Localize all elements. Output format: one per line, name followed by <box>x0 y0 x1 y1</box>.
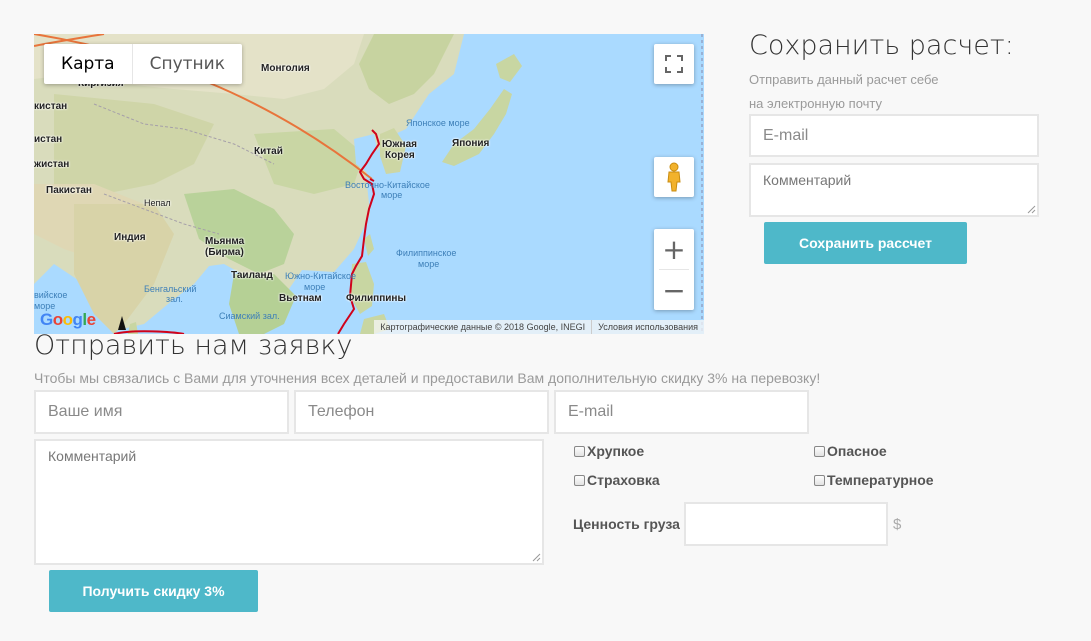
map-label-south-china-sea2: море <box>304 282 326 292</box>
map-attribution: Картографические данные © 2018 Google, I… <box>380 322 586 332</box>
save-email-input[interactable]: E-mail <box>749 114 1039 157</box>
fullscreen-button[interactable] <box>654 44 694 84</box>
pegman-icon <box>667 162 681 192</box>
cargo-value-label: Ценность груза <box>573 516 680 532</box>
map-label-sea-japan: Японское море <box>406 118 470 128</box>
map-label-nepal: Непал <box>144 198 171 208</box>
map-label-myanmar-alt: (Бирма) <box>205 247 244 258</box>
map-attribution-bar: Картографические данные © 2018 Google, I… <box>374 320 704 334</box>
save-comment-placeholder: Комментарий <box>763 172 852 188</box>
save-calc-description: Отправить данный расчет себе на электрон… <box>749 68 989 116</box>
name-input[interactable]: Ваше имя <box>34 390 289 434</box>
map-label-stan: кистан <box>34 101 68 112</box>
order-title: Отправить нам заявку <box>34 330 353 361</box>
checkbox-insurance-label: Страховка <box>587 472 660 488</box>
route-map[interactable]: Монголия Киргизия кистан истан Китай жис… <box>34 34 704 334</box>
order-comment-placeholder: Комментарий <box>48 448 137 464</box>
map-label-stan3: жистан <box>34 159 70 170</box>
order-comment-textarea[interactable]: Комментарий <box>34 439 544 565</box>
currency-symbol: $ <box>893 516 902 533</box>
map-type-satellite-button[interactable]: Спутник <box>131 44 242 84</box>
map-label-myanmar: Мьянма <box>205 236 245 247</box>
map-label-philippine-sea: Филиппинское <box>396 248 457 258</box>
map-label-arabian: вийское <box>34 290 68 300</box>
checkbox-fragile-label: Хрупкое <box>587 443 645 459</box>
map-type-map-button[interactable]: Карта <box>44 44 132 84</box>
map-label-south-korea2: Корея <box>385 150 415 161</box>
save-calc-desc-line1: Отправить данный расчет себе <box>749 72 939 87</box>
map-label-philippine-sea2: море <box>418 259 440 269</box>
resize-handle-icon[interactable] <box>532 553 541 562</box>
fullscreen-icon <box>665 55 683 73</box>
map-label-thailand: Таиланд <box>231 270 273 281</box>
checkbox-insurance[interactable]: Страховка <box>574 472 660 488</box>
order-description: Чтобы мы связались с Вами для уточнения … <box>34 370 821 386</box>
checkbox-box[interactable] <box>814 445 825 457</box>
save-calc-button[interactable]: Сохранить рассчет <box>764 222 967 264</box>
order-email-input[interactable]: E-mail <box>554 390 809 434</box>
get-discount-button[interactable]: Получить скидку 3% <box>49 570 258 612</box>
map-label-siam: Сиамский зал. <box>219 311 280 321</box>
map-type-control: Карта Спутник <box>44 44 242 84</box>
checkbox-box[interactable] <box>574 445 585 457</box>
checkbox-fragile[interactable]: Хрупкое <box>574 443 644 459</box>
map-label-bengal: Бенгальский <box>144 284 197 294</box>
save-calc-desc-line2: на электронную почту <box>749 96 883 111</box>
map-label-mongolia: Монголия <box>261 63 310 74</box>
map-label-pakistan: Пакистан <box>46 185 92 196</box>
checkbox-temperature[interactable]: Температурное <box>814 472 934 488</box>
save-comment-textarea[interactable]: Комментарий <box>749 163 1039 217</box>
save-calc-title: Сохранить расчет: <box>749 30 1014 61</box>
google-logo[interactable]: Google <box>40 310 96 330</box>
map-label-stan2: истан <box>34 134 63 145</box>
map-label-south-korea: Южная <box>382 139 417 150</box>
map-label-china: Китай <box>254 146 283 157</box>
map-label-vietnam: Вьетнам <box>279 293 322 304</box>
checkbox-dangerous[interactable]: Опасное <box>814 443 887 459</box>
map-label-bengal2: зал. <box>166 294 183 304</box>
checkbox-temperature-label: Температурное <box>827 472 934 488</box>
map-label-east-china-sea2: море <box>381 190 403 200</box>
checkbox-dangerous-label: Опасное <box>827 443 887 459</box>
map-label-philippines: Филиппины <box>346 293 406 304</box>
street-view-pegman[interactable] <box>654 157 694 197</box>
map-label-japan: Япония <box>452 138 490 149</box>
phone-input[interactable]: Телефон <box>294 390 549 434</box>
map-terms-link[interactable]: Условия использования <box>591 320 704 334</box>
checkbox-box[interactable] <box>814 474 825 486</box>
resize-handle-icon[interactable] <box>1027 205 1036 214</box>
zoom-out-button[interactable]: − <box>654 270 694 310</box>
checkbox-box[interactable] <box>574 474 585 486</box>
map-label-south-china-sea: Южно-Китайское <box>285 271 356 281</box>
map-label-india: Индия <box>114 232 146 243</box>
zoom-in-button[interactable]: + <box>654 229 694 269</box>
cargo-value-input[interactable] <box>684 502 888 546</box>
map-label-east-china-sea: Восточно-Китайское <box>345 180 430 190</box>
zoom-control: + − <box>654 229 694 310</box>
